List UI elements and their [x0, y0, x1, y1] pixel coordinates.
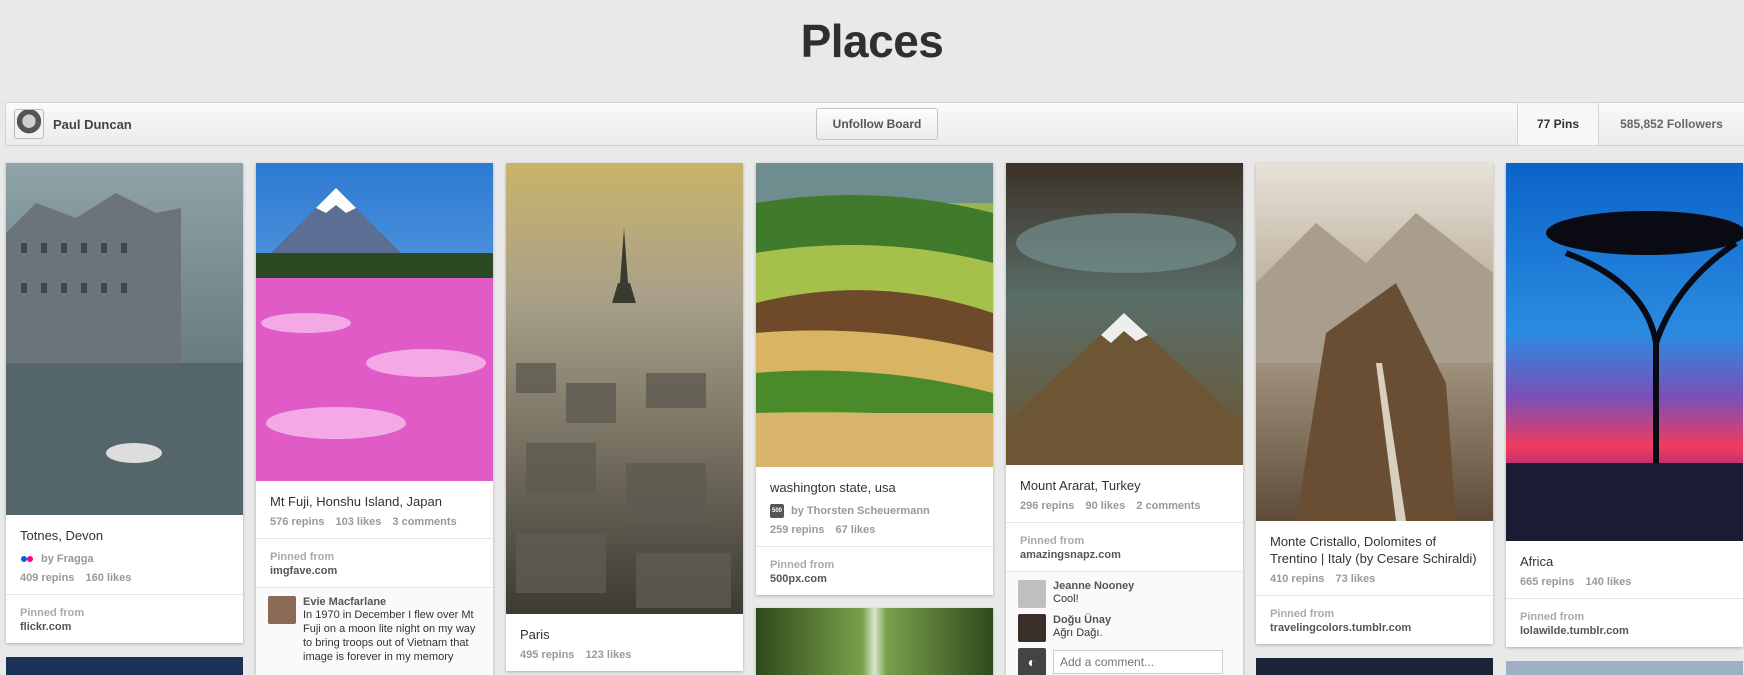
- source-domain[interactable]: flickr.com: [20, 621, 229, 633]
- source-label: Pinned from: [1520, 611, 1585, 623]
- pin-card[interactable]: Monte Cristallo, Dolomites of Trentino |…: [1256, 163, 1493, 644]
- repin-count: 409 repins: [20, 572, 75, 584]
- source-label: Pinned from: [1020, 535, 1085, 547]
- pin-image[interactable]: [506, 163, 743, 614]
- pin-description[interactable]: Monte Cristallo, Dolomites of Trentino |…: [1270, 533, 1479, 567]
- pin-card-peek[interactable]: [1506, 661, 1743, 675]
- comment-count: 2 comments: [1136, 500, 1201, 512]
- comment: Doğu Ünay Ağrı Dağı.: [1018, 614, 1231, 642]
- pins-count[interactable]: 77 Pins: [1517, 103, 1598, 145]
- comment: Jeanne Nooney Cool!: [1018, 580, 1231, 608]
- comment-count: 3 comments: [392, 516, 457, 528]
- pin-image[interactable]: [1506, 163, 1743, 541]
- repin-count: 576 repins: [270, 516, 325, 528]
- owner-avatar[interactable]: [14, 109, 44, 139]
- pin-stats: 410 repins 73 likes: [1270, 573, 1479, 585]
- pin-stats: 259 repins 67 likes: [770, 524, 979, 536]
- pin-description[interactable]: washington state, usa: [770, 479, 979, 496]
- current-user-avatar: ◐: [1018, 648, 1046, 675]
- 500px-icon: 500: [770, 504, 784, 518]
- comment-text: Cool!: [1053, 593, 1079, 605]
- pin-attribution[interactable]: 500 by Thorsten Scheuermann: [770, 504, 979, 518]
- pin-description[interactable]: Paris: [520, 626, 729, 643]
- pin-image[interactable]: [256, 163, 493, 481]
- source-domain[interactable]: amazingsnapz.com: [1020, 549, 1229, 561]
- pin-stats: 576 repins 103 likes 3 comments: [270, 516, 479, 528]
- pin-card-peek[interactable]: [6, 657, 243, 675]
- source-label: Pinned from: [770, 559, 835, 571]
- source-label: Pinned from: [270, 551, 335, 563]
- commenter-name[interactable]: Evie Macfarlane: [303, 596, 481, 608]
- source-label: Pinned from: [1270, 608, 1335, 620]
- pin-description[interactable]: Africa: [1520, 553, 1729, 570]
- like-count: 123 likes: [585, 649, 632, 661]
- source-domain[interactable]: travelingcolors.tumblr.com: [1270, 622, 1479, 634]
- repin-count: 410 repins: [1270, 573, 1325, 585]
- pin-image[interactable]: [6, 163, 243, 515]
- comments-section: Evie Macfarlane In 1970 in December I fl…: [256, 587, 493, 675]
- unfollow-board-button[interactable]: Unfollow Board: [816, 108, 938, 140]
- pin-source[interactable]: Pinned from lolawilde.tumblr.com: [1506, 598, 1743, 647]
- source-label: Pinned from: [20, 607, 85, 619]
- pin-card[interactable]: Africa 665 repins 140 likes Pinned from …: [1506, 163, 1743, 647]
- repin-count: 495 repins: [520, 649, 575, 661]
- comment-text: In 1970 in December I flew over Mt Fuji …: [303, 609, 476, 663]
- pin-stats: 495 repins 123 likes: [520, 649, 729, 661]
- board-stats: 77 Pins 585,852 Followers: [1517, 103, 1744, 145]
- commenter-avatar[interactable]: [268, 596, 296, 624]
- pin-card-peek[interactable]: [1256, 658, 1493, 675]
- like-count: 73 likes: [1335, 573, 1376, 585]
- pin-card[interactable]: Paris 495 repins 123 likes: [506, 163, 743, 671]
- pin-attribution-text[interactable]: by Fragga: [41, 553, 94, 565]
- pin-card-peek[interactable]: [756, 608, 993, 675]
- pin-description[interactable]: Mount Ararat, Turkey: [1020, 477, 1229, 494]
- commenter-name[interactable]: Doğu Ünay: [1053, 614, 1111, 626]
- source-domain[interactable]: 500px.com: [770, 573, 979, 585]
- pin-source[interactable]: Pinned from flickr.com: [6, 594, 243, 643]
- pin-source[interactable]: Pinned from travelingcolors.tumblr.com: [1256, 595, 1493, 644]
- owner-name[interactable]: Paul Duncan: [53, 117, 132, 132]
- repin-count: 665 repins: [1520, 576, 1575, 588]
- like-count: 90 likes: [1085, 500, 1126, 512]
- pin-attribution-text[interactable]: by Thorsten Scheuermann: [791, 505, 930, 517]
- pin-stats: 296 repins 90 likes 2 comments: [1020, 500, 1229, 512]
- pin-image[interactable]: [756, 163, 993, 467]
- add-comment-row: ◐: [1018, 648, 1231, 675]
- board-header-bar: Paul Duncan Unfollow Board 77 Pins 585,8…: [5, 102, 1744, 146]
- pin-stats: 409 repins 160 likes: [20, 572, 229, 584]
- add-comment-input[interactable]: [1053, 650, 1223, 674]
- followers-count[interactable]: 585,852 Followers: [1598, 103, 1744, 145]
- pin-card[interactable]: washington state, usa 500 by Thorsten Sc…: [756, 163, 993, 595]
- pin-source[interactable]: Pinned from 500px.com: [756, 546, 993, 595]
- like-count: 103 likes: [335, 516, 382, 528]
- comment-text: Ağrı Dağı.: [1053, 627, 1103, 639]
- repin-count: 296 repins: [1020, 500, 1075, 512]
- pin-attribution[interactable]: by Fragga: [20, 552, 229, 566]
- pin-card[interactable]: Totnes, Devon by Fragga 409 repins 160 l…: [6, 163, 243, 643]
- pin-card[interactable]: Mount Ararat, Turkey 296 repins 90 likes…: [1006, 163, 1243, 675]
- board-title: Places: [800, 15, 944, 67]
- comment: Evie Macfarlane In 1970 in December I fl…: [268, 596, 481, 664]
- pin-stats: 665 repins 140 likes: [1520, 576, 1729, 588]
- comments-section: Jeanne Nooney Cool! Doğu Ünay Ağrı Dağı.…: [1006, 571, 1243, 675]
- commenter-avatar[interactable]: [1018, 614, 1046, 642]
- commenter-name[interactable]: Jeanne Nooney: [1053, 580, 1134, 592]
- source-domain[interactable]: imgfave.com: [270, 565, 479, 577]
- like-count: 160 likes: [85, 572, 132, 584]
- pin-card[interactable]: Mt Fuji, Honshu Island, Japan 576 repins…: [256, 163, 493, 675]
- source-domain[interactable]: lolawilde.tumblr.com: [1520, 625, 1729, 637]
- repin-count: 259 repins: [770, 524, 825, 536]
- board-owner[interactable]: Paul Duncan: [6, 109, 132, 139]
- flickr-icon: [20, 552, 34, 566]
- pin-description[interactable]: Mt Fuji, Honshu Island, Japan: [270, 493, 479, 510]
- commenter-avatar[interactable]: [1018, 580, 1046, 608]
- pin-source[interactable]: Pinned from imgfave.com: [256, 538, 493, 587]
- pin-image[interactable]: [1256, 163, 1493, 521]
- like-count: 67 likes: [835, 524, 876, 536]
- pin-source[interactable]: Pinned from amazingsnapz.com: [1006, 522, 1243, 571]
- pin-description[interactable]: Totnes, Devon: [20, 527, 229, 544]
- pin-image[interactable]: [1006, 163, 1243, 465]
- like-count: 140 likes: [1585, 576, 1632, 588]
